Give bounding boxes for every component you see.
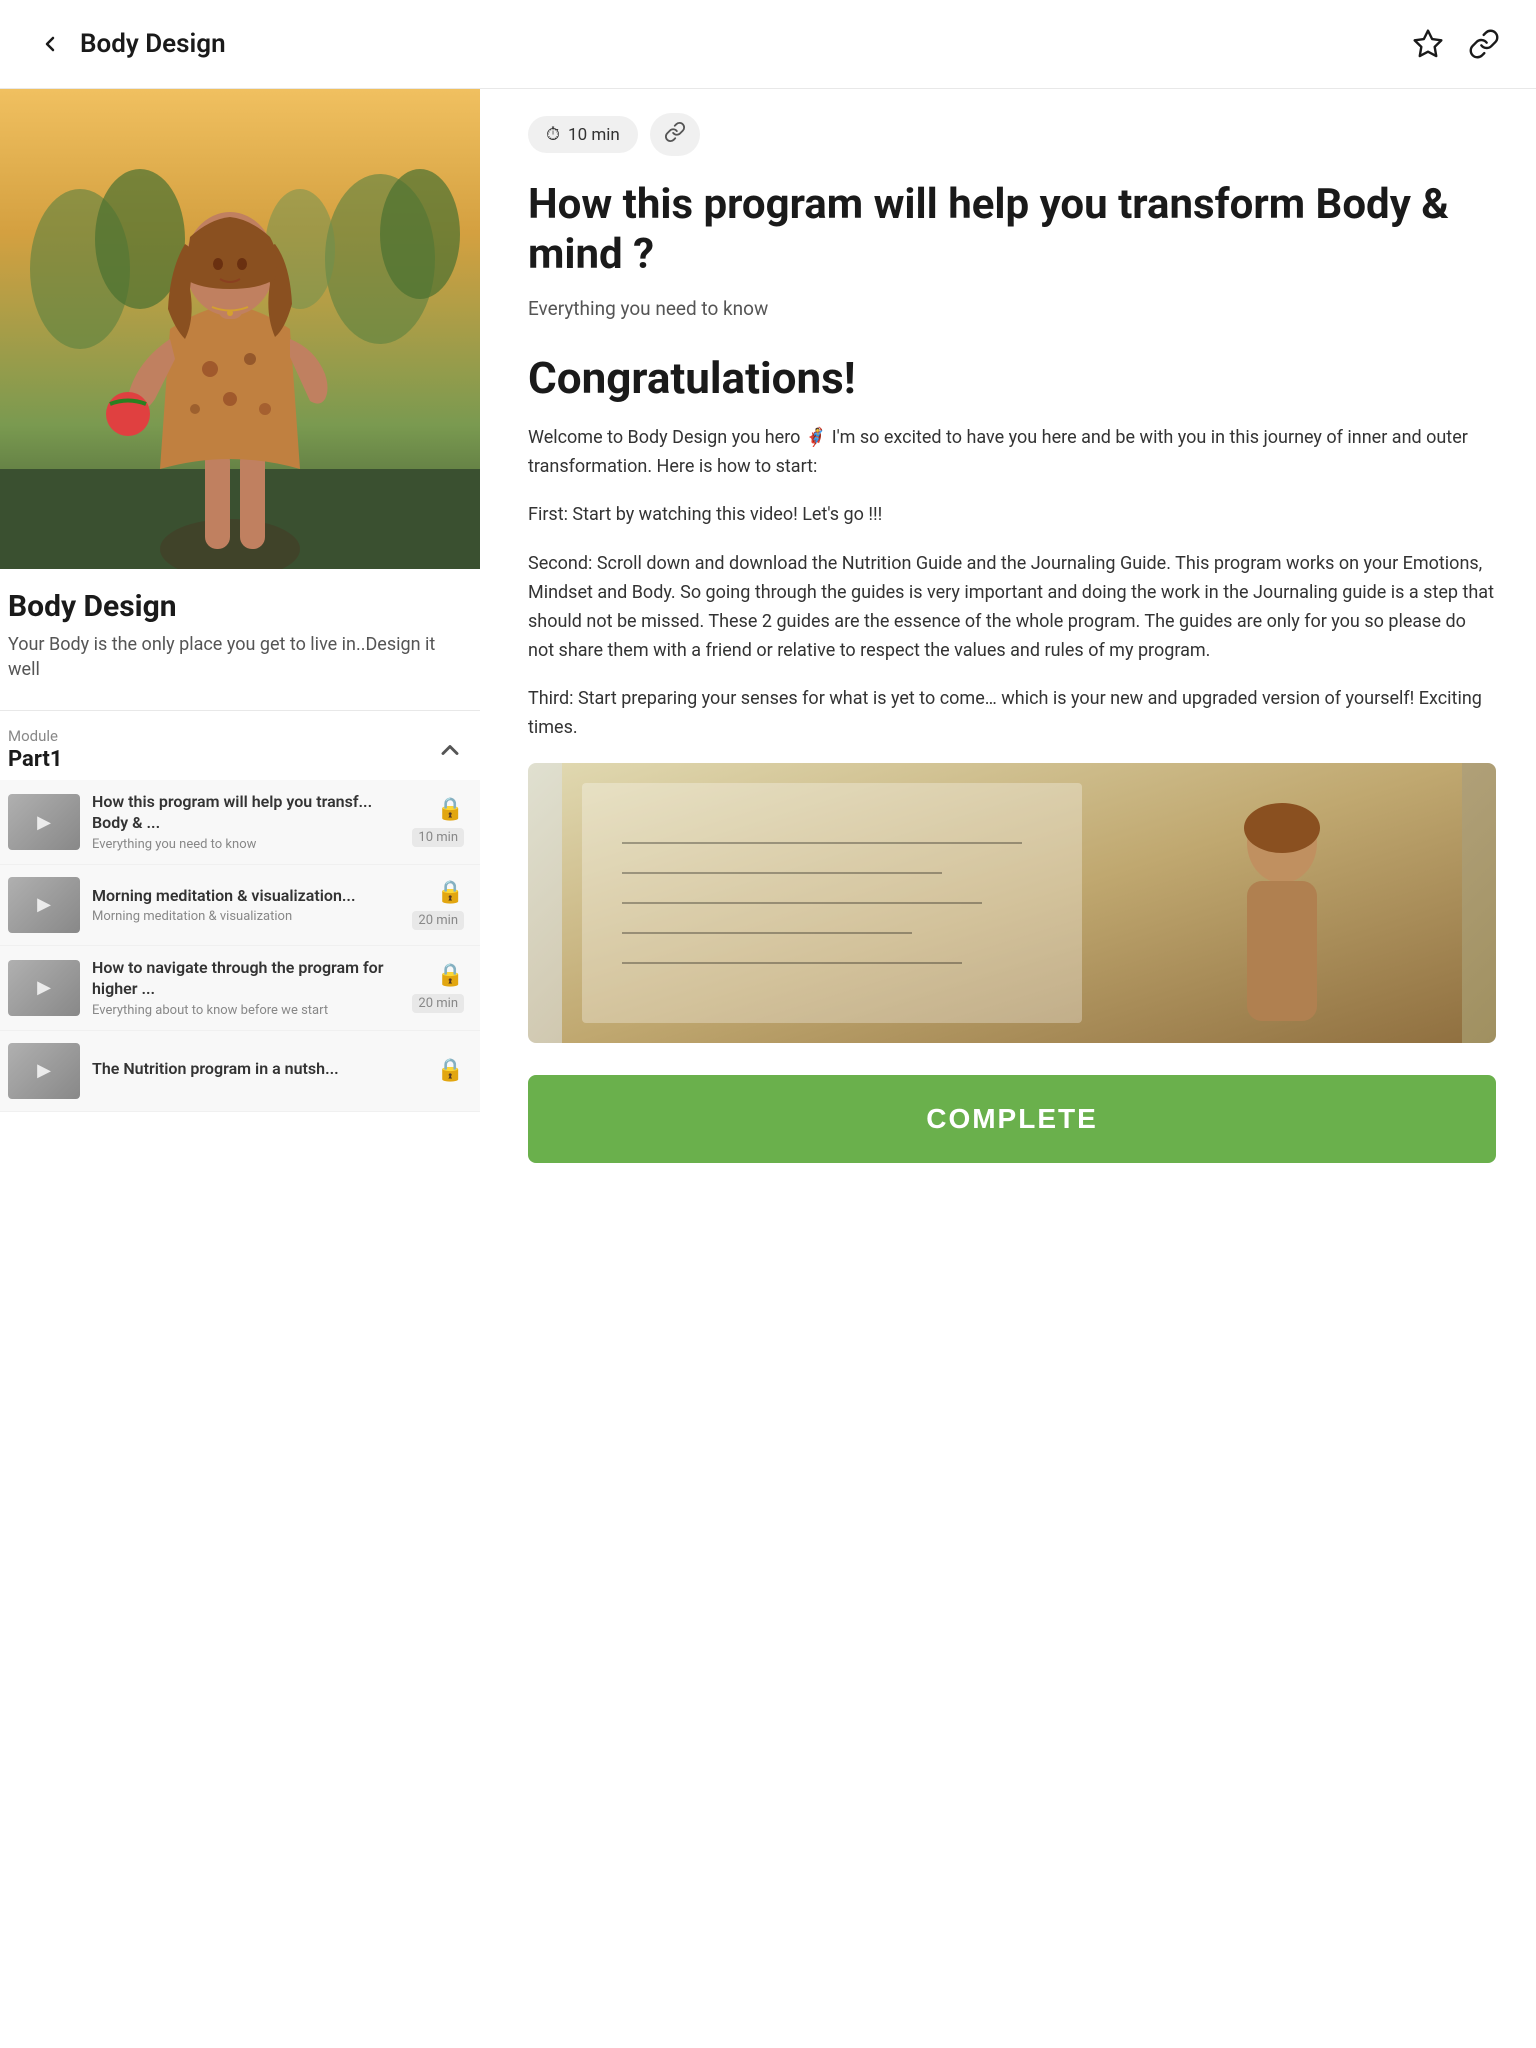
module-info: Module Part1	[8, 727, 63, 772]
lesson-thumbnail: ▶	[8, 1043, 80, 1099]
lesson-list: ▶ How this program will help you transf.…	[0, 780, 480, 1111]
lesson-meta: 🔒	[437, 1058, 464, 1083]
lesson-item[interactable]: ▶ Morning meditation & visualization... …	[0, 865, 480, 946]
app-header: Body Design	[0, 0, 1536, 89]
play-icon: ▶	[37, 812, 51, 833]
duration-badge: 20 min	[412, 911, 464, 930]
lock-icon: 🔒	[437, 880, 464, 905]
module-section: Module Part1 ▶ Ho	[0, 710, 480, 1111]
program-info: Body Design Your Body is the only place …	[0, 569, 480, 694]
right-panel: ⏱ 10 min How this program will help you …	[480, 89, 1536, 1989]
lesson-desc: Everything you need to know	[92, 837, 400, 852]
congrats-title: Congratulations!	[528, 352, 1496, 404]
body-paragraph-1: Welcome to Body Design you hero 🦸 I'm so…	[528, 424, 1496, 482]
program-title: Body Design	[8, 589, 456, 624]
lesson-meta: 🔒 20 min	[412, 963, 464, 1013]
hero-image	[0, 89, 480, 569]
lesson-title: Morning meditation & visualization...	[92, 886, 400, 907]
header-title: Body Design	[80, 29, 226, 59]
lock-icon: 🔒	[437, 1058, 464, 1083]
body-paragraph-3: Second: Scroll down and download the Nut…	[528, 550, 1496, 665]
header-right	[1408, 24, 1504, 64]
lesson-meta: 🔒 20 min	[412, 880, 464, 930]
lesson-thumbnail: ▶	[8, 877, 80, 933]
meta-bar: ⏱ 10 min	[528, 113, 1496, 156]
play-icon: ▶	[37, 977, 51, 998]
article-body: Welcome to Body Design you hero 🦸 I'm so…	[528, 424, 1496, 743]
module-name: Part1	[8, 747, 63, 772]
module-label: Module	[8, 727, 63, 745]
header-left: Body Design	[32, 26, 226, 62]
article-title: How this program will help you transform…	[528, 180, 1496, 281]
lesson-thumbnail: ▶	[8, 960, 80, 1016]
duration-badge: 10 min	[412, 828, 464, 847]
lesson-desc: Morning meditation & visualization	[92, 909, 400, 924]
body-paragraph-2: First: Start by watching this video! Let…	[528, 501, 1496, 530]
duration-text: 10 min	[568, 125, 620, 145]
module-header[interactable]: Module Part1	[0, 711, 480, 780]
program-subtitle: Your Body is the only place you get to l…	[8, 632, 456, 682]
link-button[interactable]	[650, 113, 700, 156]
lesson-title: The Nutrition program in a nutsh...	[92, 1059, 425, 1080]
complete-button[interactable]: COMPLETE	[528, 1075, 1496, 1163]
lesson-item[interactable]: ▶ How this program will help you transf.…	[0, 780, 480, 865]
main-layout: Body Design Your Body is the only place …	[0, 89, 1536, 1989]
bookmark-button[interactable]	[1408, 24, 1448, 64]
video-thumbnail[interactable]	[528, 763, 1496, 1043]
duration-pill: ⏱ 10 min	[528, 116, 638, 153]
lesson-thumbnail: ▶	[8, 794, 80, 850]
clock-icon: ⏱	[546, 124, 560, 145]
lesson-text: How this program will help you transf...…	[92, 792, 400, 852]
lock-icon: 🔒	[437, 963, 464, 988]
back-button[interactable]	[32, 26, 68, 62]
play-icon: ▶	[37, 894, 51, 915]
play-icon: ▶	[37, 1060, 51, 1081]
lesson-text: How to navigate through the program for …	[92, 958, 400, 1018]
lesson-title: How this program will help you transf...…	[92, 792, 400, 834]
lock-icon: 🔒	[437, 797, 464, 822]
duration-badge: 20 min	[412, 994, 464, 1013]
lesson-title: How to navigate through the program for …	[92, 958, 400, 1000]
left-panel: Body Design Your Body is the only place …	[0, 89, 480, 1112]
lesson-text: The Nutrition program in a nutsh...	[92, 1059, 425, 1083]
module-collapse-icon[interactable]	[436, 736, 464, 764]
lesson-text: Morning meditation & visualization... Mo…	[92, 886, 400, 925]
lesson-item[interactable]: ▶ The Nutrition program in a nutsh... 🔒	[0, 1031, 480, 1112]
lesson-meta: 🔒 10 min	[412, 797, 464, 847]
lesson-desc: Everything about to know before we start	[92, 1003, 400, 1018]
body-paragraph-4: Third: Start preparing your senses for w…	[528, 685, 1496, 743]
lesson-item[interactable]: ▶ How to navigate through the program fo…	[0, 946, 480, 1031]
article-tagline: Everything you need to know	[528, 297, 1496, 320]
share-button[interactable]	[1464, 24, 1504, 64]
